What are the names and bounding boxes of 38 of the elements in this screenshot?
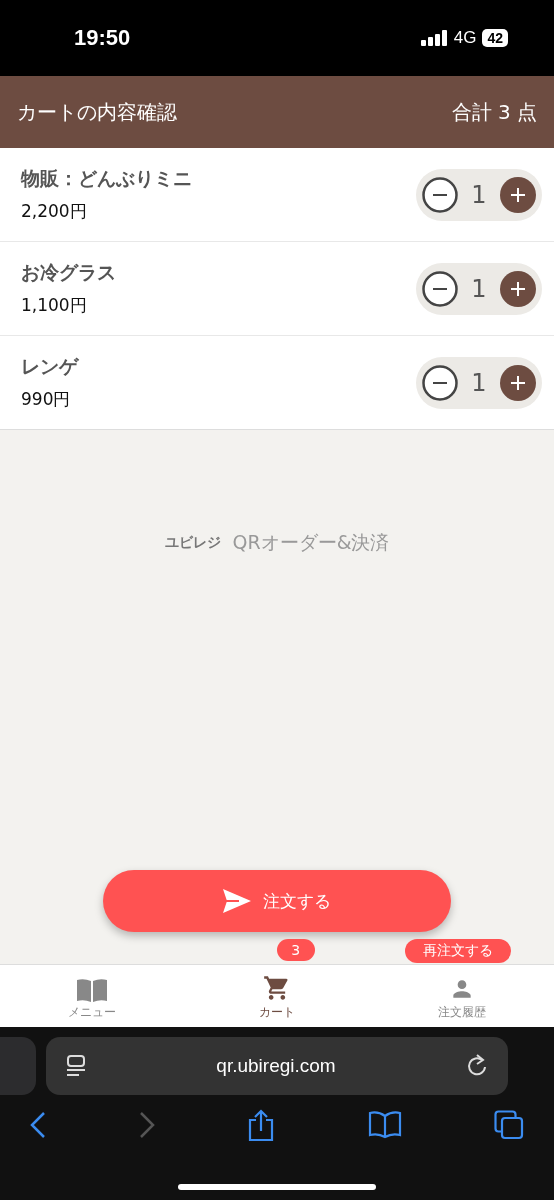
signal-icon [420, 30, 448, 46]
tab[interactable]: メニュー [0, 965, 185, 1027]
send-icon [223, 889, 251, 913]
status-time: 19:50 [74, 25, 131, 51]
item-name: レンゲ [21, 354, 78, 379]
minus-button[interactable] [422, 364, 458, 401]
reader-icon [66, 1055, 86, 1077]
quantity-value: 1 [470, 368, 488, 397]
book-icon [76, 978, 109, 1002]
item-name: お冷グラス [21, 260, 116, 285]
tab-badge: 3 [276, 939, 315, 961]
total-count: 合計 3 点 [451, 98, 537, 126]
quantity-value: 1 [470, 180, 488, 209]
minus-button[interactable] [422, 176, 458, 213]
plus-button[interactable] [500, 176, 536, 213]
tabs-icon[interactable] [494, 1110, 524, 1140]
tab-badge: 再注文する [405, 939, 512, 963]
item-price: 990円 [21, 388, 72, 411]
address-bar[interactable]: qr.ubiregi.com [46, 1037, 508, 1095]
battery-level: 42 [482, 29, 508, 47]
share-icon[interactable] [247, 1109, 275, 1141]
brand-logo: ユビレジ [164, 534, 221, 552]
network-label: 4G [453, 28, 477, 48]
tab[interactable]: 注文履歴 [369, 965, 554, 1027]
item-name: 物販：どんぶりミニ [21, 166, 192, 191]
item-price: 1,100円 [21, 294, 88, 317]
quantity-value: 1 [470, 274, 488, 303]
item-price: 2,200円 [21, 200, 88, 223]
page-title: カートの内容確認 [17, 98, 177, 126]
reload-icon[interactable] [466, 1054, 488, 1078]
product-logo: QRオーダー&決済 [232, 530, 390, 555]
back-icon[interactable] [30, 1112, 46, 1138]
order-button[interactable]: 注文する [103, 870, 451, 932]
plus-button[interactable] [500, 270, 536, 307]
bookmarks-icon[interactable] [367, 1111, 402, 1139]
tab[interactable]: カート [184, 965, 370, 1027]
minus-button[interactable] [422, 270, 458, 307]
plus-button[interactable] [500, 364, 536, 401]
